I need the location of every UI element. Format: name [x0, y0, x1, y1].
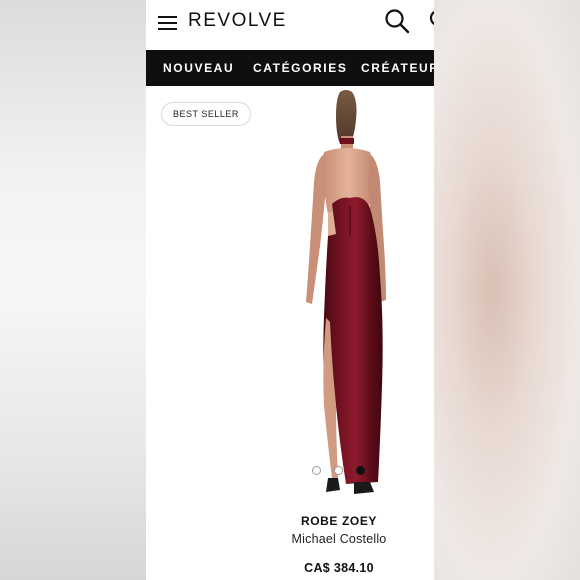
app-header: REVOLVE [146, 0, 434, 50]
background-right [434, 0, 580, 580]
carousel-dot-1[interactable] [312, 466, 321, 475]
product-image[interactable] [266, 86, 434, 506]
nav-item-createurs[interactable]: CRÉATEURS [361, 61, 434, 75]
product-designer[interactable]: Michael Costello [146, 532, 434, 546]
nav-item-nouveau[interactable]: NOUVEAU [163, 61, 234, 75]
carousel-dot-2[interactable] [334, 466, 343, 475]
product-price: CA$ 384.10 [304, 561, 374, 575]
carousel-dot-3[interactable] [356, 466, 365, 475]
category-nav: NOUVEAU CATÉGORIES CRÉATEURS [146, 50, 434, 86]
carousel-dots [312, 466, 372, 476]
background-left [0, 0, 146, 580]
phone-screen: REVOLVE NOUVEAU CATÉGORIES CRÉATEURS BES… [146, 0, 434, 580]
best-seller-badge: BEST SELLER [161, 102, 251, 126]
product-name[interactable]: ROBE ZOEY [146, 514, 434, 528]
cut-off-icon[interactable] [427, 8, 434, 34]
nav-item-categories[interactable]: CATÉGORIES [253, 61, 347, 75]
search-icon[interactable] [384, 8, 410, 34]
hamburger-menu-icon[interactable] [158, 16, 177, 30]
revolve-logo[interactable]: REVOLVE [188, 10, 287, 32]
